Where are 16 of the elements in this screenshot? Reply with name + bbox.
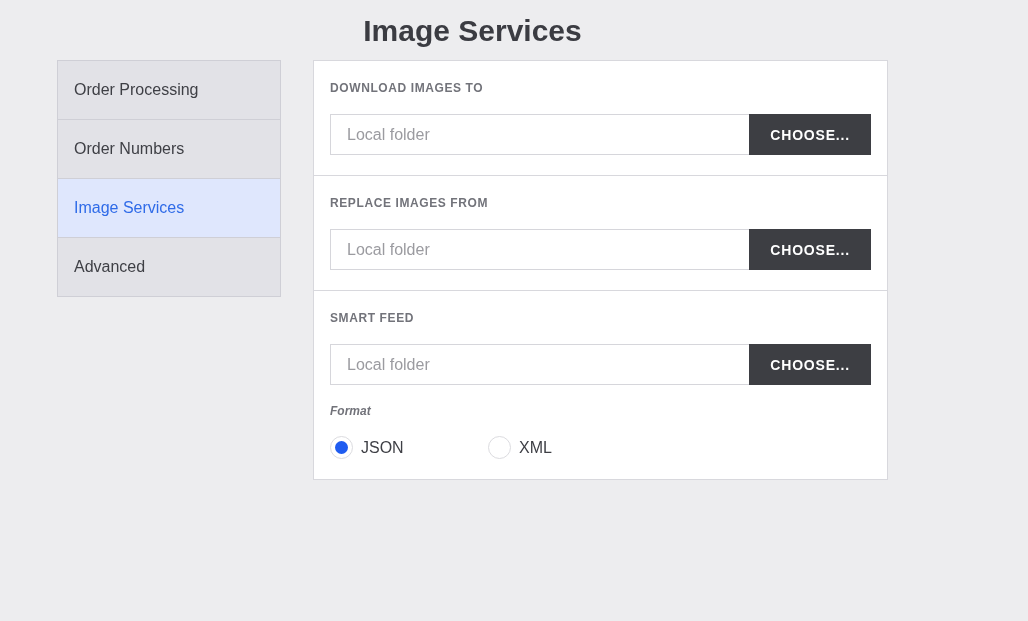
choose-button[interactable]: CHOOSE... (749, 344, 871, 385)
radio-label: JSON (361, 438, 404, 457)
section-heading: DOWNLOAD IMAGES TO (330, 81, 485, 95)
folder-input-field[interactable]: Local folder (330, 344, 750, 385)
folder-input-field[interactable]: Local folder (330, 229, 750, 270)
choose-button[interactable]: CHOOSE... (749, 229, 871, 270)
section-heading: SMART FEED (330, 311, 415, 325)
page-title: Image Services (362, 13, 583, 49)
folder-input-field[interactable]: Local folder (330, 114, 750, 155)
sidebar-item[interactable]: Order Processing (58, 61, 280, 120)
sidebar-item[interactable]: Image Services (58, 179, 280, 238)
section-heading: REPLACE IMAGES FROM (330, 196, 490, 210)
choose-button[interactable]: CHOOSE... (749, 114, 871, 155)
sidebar-item[interactable]: Advanced (58, 238, 280, 296)
format-label: Format (330, 404, 372, 418)
radio-label: XML (519, 438, 552, 457)
